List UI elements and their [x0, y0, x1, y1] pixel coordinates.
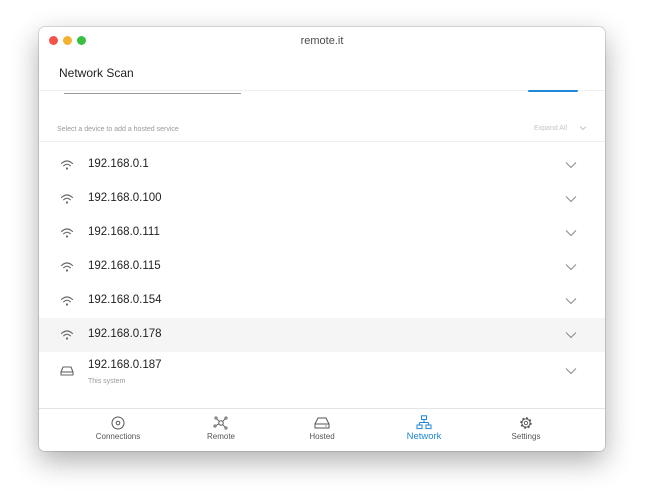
wifi-icon	[60, 228, 74, 238]
hard-drive-icon	[314, 417, 330, 429]
connections-icon	[111, 416, 125, 430]
tab-network[interactable]: Network	[384, 409, 464, 451]
tab-settings[interactable]: Settings	[486, 409, 566, 451]
chevron-down-icon[interactable]	[565, 367, 577, 375]
tab-label: Settings	[511, 432, 541, 441]
titlebar: remote.it	[39, 27, 605, 55]
header-divider	[39, 90, 605, 91]
tab-label: Connections	[95, 432, 141, 441]
scan-input-underline[interactable]	[64, 93, 241, 94]
wifi-icon	[60, 160, 74, 170]
list-divider	[39, 141, 605, 142]
tab-remote[interactable]: Remote	[181, 409, 261, 451]
wifi-icon	[60, 296, 74, 306]
list-item[interactable]: 192.168.0.1	[39, 148, 605, 182]
chevron-down-icon[interactable]	[565, 229, 577, 237]
chevron-down-icon[interactable]	[565, 331, 577, 339]
chevron-down-icon[interactable]	[565, 263, 577, 271]
device-address: 192.168.0.178	[88, 328, 162, 340]
device-subtitle: This system	[88, 378, 126, 385]
list-item[interactable]: 192.168.0.111	[39, 216, 605, 250]
tab-label: Remote	[206, 432, 235, 441]
app-window: remote.it Network Scan Select a device t…	[39, 27, 605, 451]
list-item[interactable]: 192.168.0.115	[39, 250, 605, 284]
tab-hosted[interactable]: Hosted	[282, 409, 362, 451]
remote-icon	[213, 416, 228, 430]
scan-button-edge[interactable]	[528, 90, 578, 92]
device-address: 192.168.0.111	[88, 226, 160, 238]
tab-label: Hosted	[309, 432, 335, 441]
wifi-icon	[60, 262, 74, 272]
list-item[interactable]: 192.168.0.154	[39, 284, 605, 318]
expand-all-button[interactable]: Expand All	[534, 125, 567, 132]
hint-text: Select a device to add a hosted service	[57, 126, 179, 133]
device-address: 192.168.0.154	[88, 294, 162, 306]
tab-label: Network	[406, 431, 442, 442]
device-address: 192.168.0.100	[88, 192, 162, 204]
device-address: 192.168.0.187	[88, 359, 162, 371]
chevron-down-icon[interactable]	[565, 195, 577, 203]
hard-drive-icon	[60, 366, 74, 376]
list-item[interactable]: 192.168.0.100	[39, 182, 605, 216]
device-address: 192.168.0.1	[88, 158, 149, 170]
list-item[interactable]: 192.168.0.187 This system	[39, 352, 605, 390]
chevron-down-icon[interactable]	[565, 297, 577, 305]
network-icon	[416, 415, 432, 430]
chevron-down-icon[interactable]	[565, 161, 577, 169]
window-title: remote.it	[300, 35, 344, 47]
gear-icon	[520, 417, 532, 429]
list-item[interactable]: 192.168.0.178	[39, 318, 605, 352]
tab-connections[interactable]: Connections	[78, 409, 158, 451]
device-address: 192.168.0.115	[88, 260, 161, 272]
wifi-icon	[60, 330, 74, 340]
device-list: 192.168.0.1 192.168.0.100 192.168.0.111	[39, 148, 605, 390]
wifi-icon	[60, 194, 74, 204]
page-title: Network Scan	[59, 66, 134, 80]
chevron-down-icon[interactable]	[579, 125, 587, 131]
bottom-tab-bar: Connections Remote Hosted Network Settin…	[39, 408, 605, 451]
